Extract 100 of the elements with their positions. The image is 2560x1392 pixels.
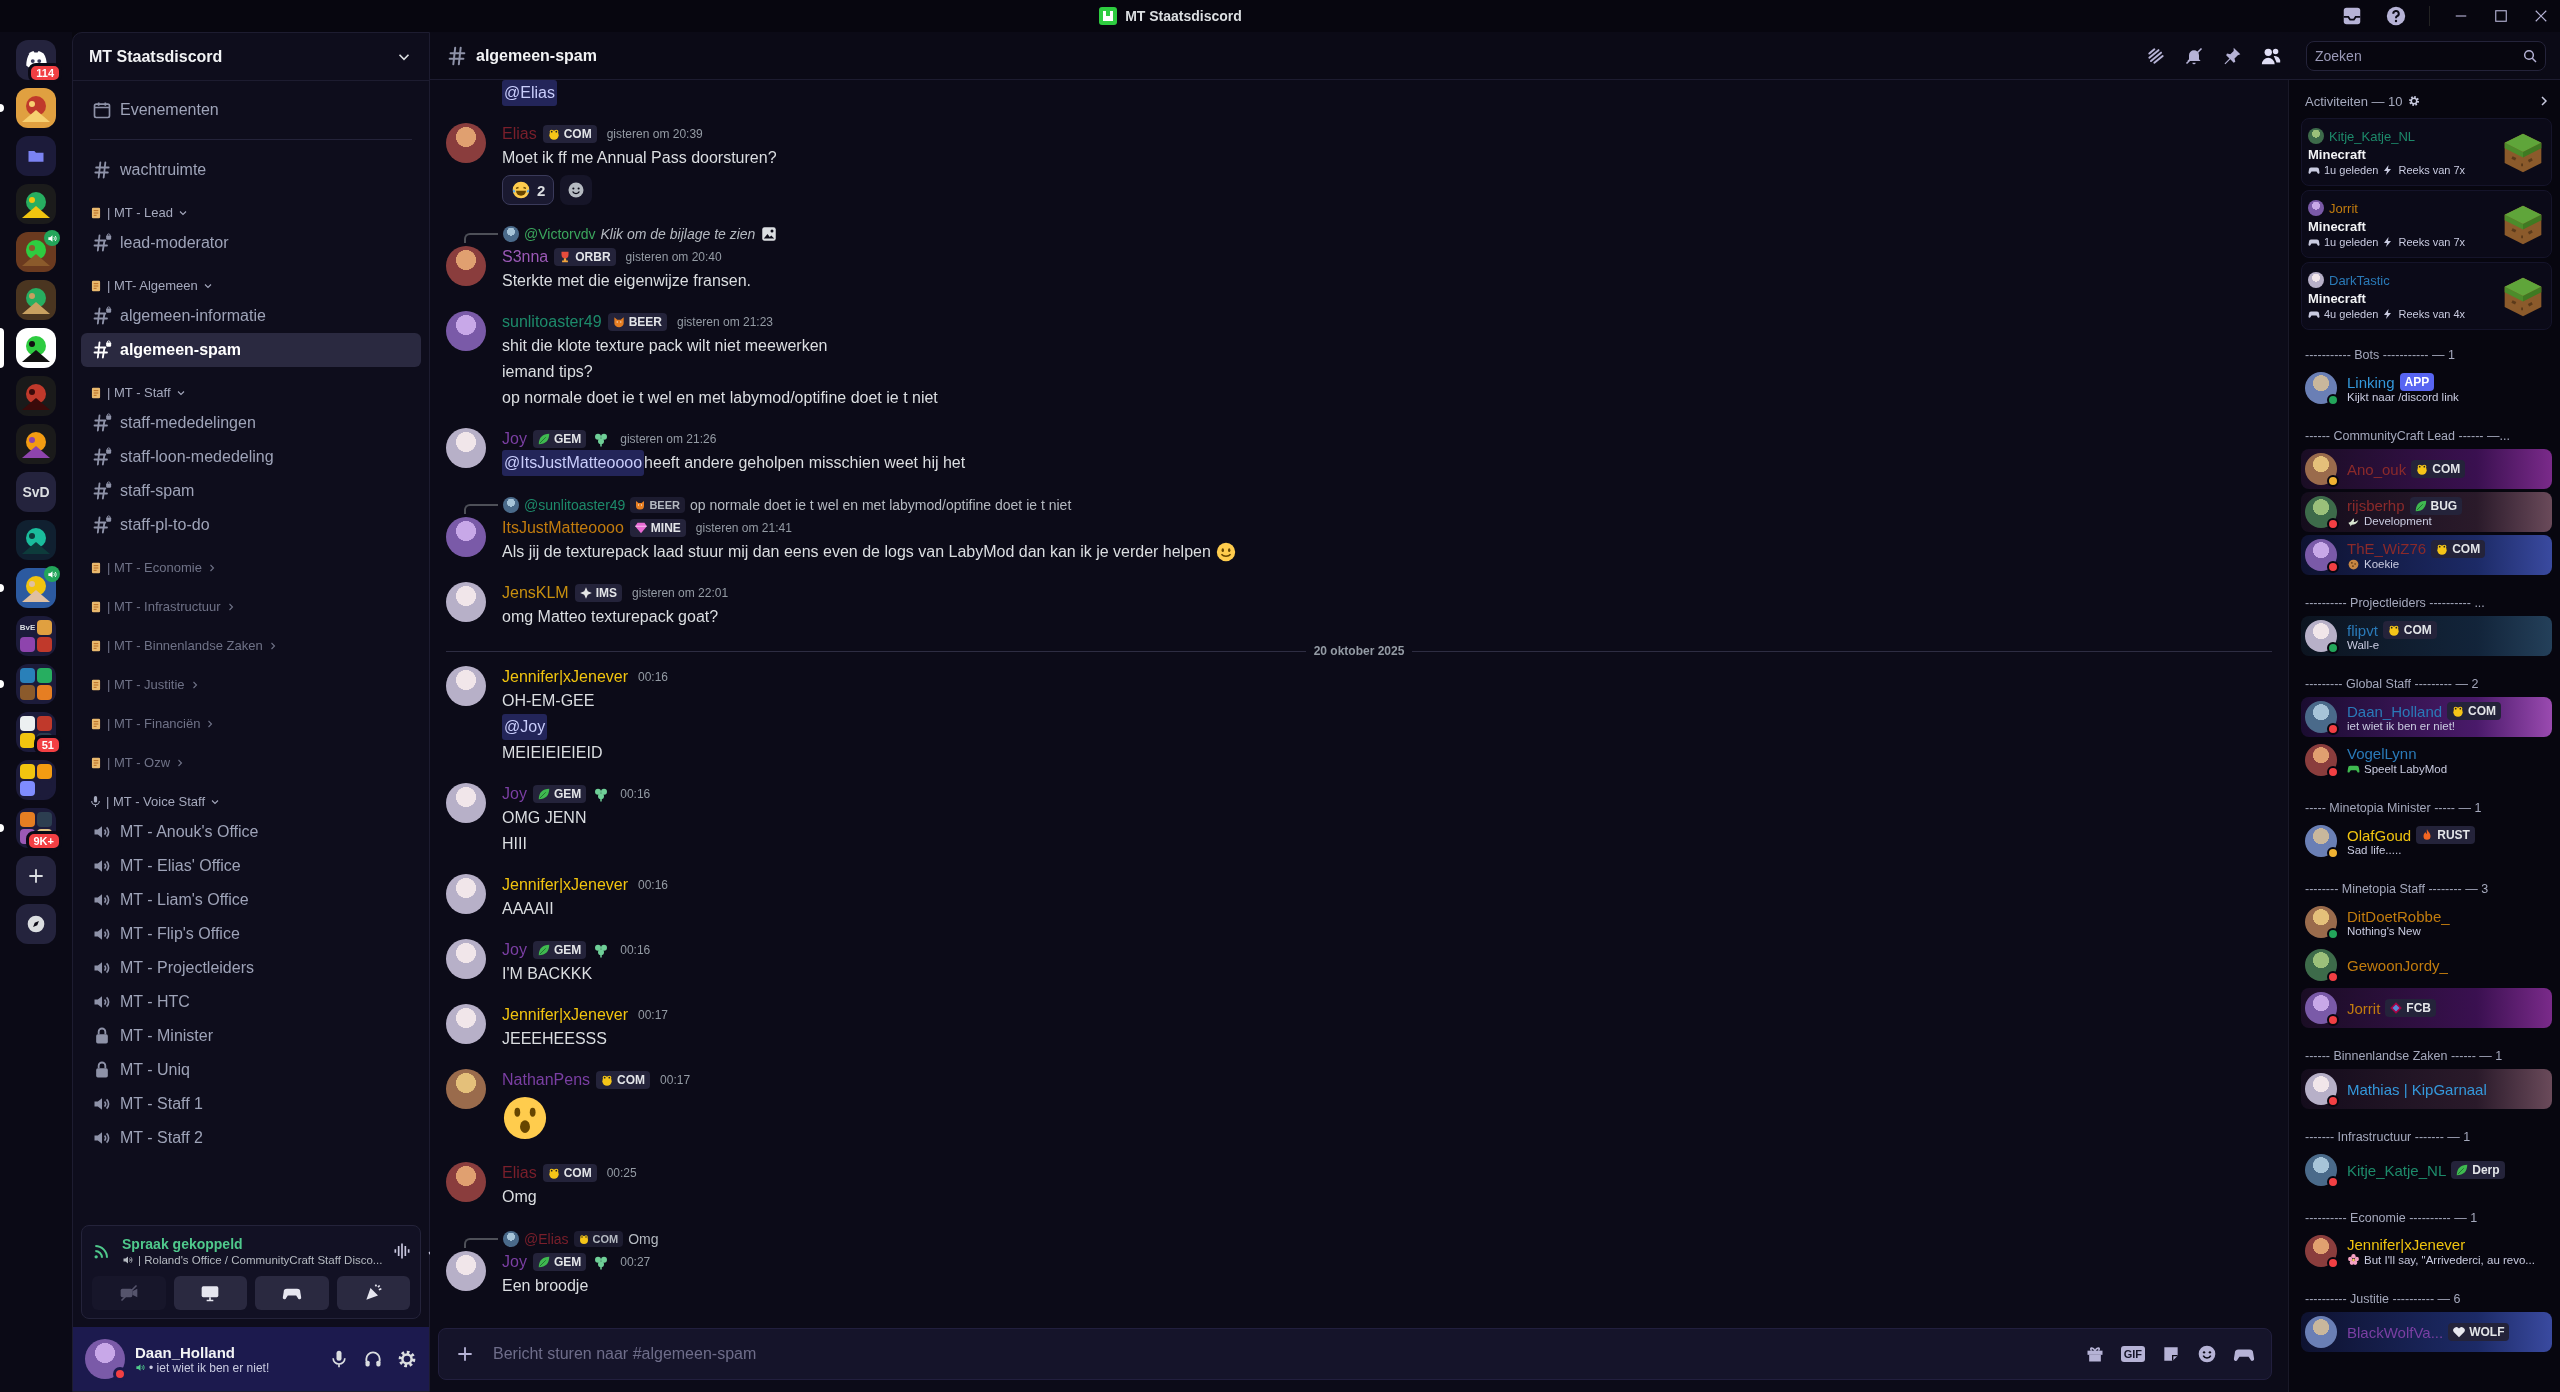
- member-banner[interactable]: flipvt COM Wall-e: [2301, 616, 2552, 656]
- microphone-icon[interactable]: [329, 1349, 349, 1369]
- settings-icon[interactable]: [397, 1349, 417, 1369]
- channel-category[interactable]: | MT - Lead: [81, 187, 421, 226]
- maximize-icon[interactable]: [2492, 7, 2510, 25]
- member-banner[interactable]: rijsberhp BUG Development: [2301, 492, 2552, 532]
- member-banner[interactable]: ThE_WiZ76 COM Koekie: [2301, 535, 2552, 575]
- author-name[interactable]: JensKLM: [502, 584, 569, 602]
- voice-channel[interactable]: MT - Staff 1: [81, 1087, 421, 1121]
- member-name[interactable]: Mathias | KipGarnaal: [2347, 1080, 2487, 1098]
- gif-button[interactable]: GIF: [2120, 1346, 2145, 1362]
- text-channel[interactable]: staff-mededelingen: [81, 406, 421, 440]
- folder-button[interactable]: [16, 136, 56, 176]
- activity-card[interactable]: Kitje_Katje_NL Minecraft 1u geleden Reeks van 7x: [2301, 118, 2552, 186]
- member-banner[interactable]: Mathias | KipGarnaal: [2301, 1069, 2552, 1109]
- member-name[interactable]: DitDoetRobbe_: [2347, 907, 2450, 925]
- author-name[interactable]: sunlitoaster49: [502, 313, 602, 331]
- server-button[interactable]: SvD: [16, 472, 56, 512]
- reply-text[interactable]: op normale doet ie t wel en met labymod/optifine doet ie t niet: [689, 497, 1072, 513]
- channel-category[interactable]: | MT - Staff: [81, 367, 421, 406]
- server-folder[interactable]: [16, 760, 56, 800]
- member-banner[interactable]: Jorrit FCB: [2301, 988, 2552, 1028]
- member-banner[interactable]: BlackWolfVa... WOLF: [2301, 1312, 2552, 1352]
- channel-category[interactable]: | MT - Ozw: [81, 737, 421, 776]
- add-server-button[interactable]: [16, 856, 56, 896]
- member-name[interactable]: Linking: [2347, 373, 2395, 391]
- server-icon[interactable]: [16, 424, 56, 464]
- text-channel[interactable]: lead-moderator: [81, 226, 421, 260]
- reply-author[interactable]: @sunlitoaster49: [524, 497, 626, 513]
- settings-icon[interactable]: [2407, 95, 2420, 107]
- voice-channel[interactable]: MT - Flip's Office: [81, 917, 421, 951]
- server-icon[interactable]: [16, 88, 56, 128]
- voice-channel[interactable]: MT - Elias' Office: [81, 849, 421, 883]
- server-icon[interactable]: [16, 568, 56, 608]
- screen-share-button[interactable]: [173, 1276, 247, 1310]
- text-channel[interactable]: wachtruimte: [81, 153, 421, 187]
- waveform-icon[interactable]: [392, 1241, 413, 1261]
- member-banner[interactable]: Daan_Holland COM iet wiet ik ben er niet!: [2301, 697, 2552, 737]
- threads-icon[interactable]: [2146, 45, 2166, 66]
- text-channel[interactable]: algemeen-informatie: [81, 299, 421, 333]
- plus-icon[interactable]: [455, 1344, 475, 1364]
- server-folder[interactable]: BvE: [16, 616, 56, 656]
- channel-category[interactable]: | MT - Infrastructuur: [81, 581, 421, 620]
- activity-card[interactable]: DarkTastic Minecraft 4u geleden Reeks van 4x: [2301, 262, 2552, 330]
- reaction[interactable]: 2: [502, 175, 555, 205]
- author-name[interactable]: S3nna: [502, 248, 549, 266]
- server-icon[interactable]: [16, 280, 56, 320]
- mention[interactable]: @Elias: [502, 80, 557, 106]
- author-name[interactable]: ItsJustMatteoooo: [502, 519, 624, 537]
- smile-icon[interactable]: [2197, 1344, 2217, 1364]
- mention[interactable]: @ItsJustMatteoooo: [502, 450, 645, 476]
- text-channel[interactable]: staff-loon-mededeling: [81, 440, 421, 474]
- member-name[interactable]: VogelLynn: [2347, 745, 2417, 762]
- add-reaction-button[interactable]: [560, 175, 593, 205]
- channel-category[interactable]: | MT- Algemeen: [81, 260, 421, 299]
- member-name[interactable]: Jennifer|xJenever: [2347, 1236, 2466, 1253]
- text-channel[interactable]: staff-pl-to-do: [81, 508, 421, 542]
- sticker-icon[interactable]: [2161, 1344, 2181, 1364]
- server-icon[interactable]: [16, 184, 56, 224]
- channel-category[interactable]: | MT - Justitie: [81, 659, 421, 698]
- voice-channel[interactable]: MT - HTC: [81, 985, 421, 1019]
- member-name[interactable]: Jorrit: [2347, 999, 2381, 1017]
- member-name[interactable]: flipvt: [2347, 621, 2378, 639]
- voice-channel[interactable]: MT - Anouk's Office: [81, 815, 421, 849]
- voice-channel[interactable]: MT - Liam's Office: [81, 883, 421, 917]
- author-name[interactable]: Jennifer|xJenever: [502, 668, 628, 686]
- author-name[interactable]: Jennifer|xJenever: [502, 876, 628, 894]
- voice-channel[interactable]: MT - Uniq: [81, 1053, 421, 1087]
- soundboard-button[interactable]: [336, 1276, 410, 1310]
- headphones-icon[interactable]: [363, 1349, 383, 1369]
- activity-card[interactable]: Jorrit Minecraft 1u geleden Reeks van 7x: [2301, 190, 2552, 258]
- mention[interactable]: @Joy: [502, 714, 548, 740]
- server-icon[interactable]: [16, 232, 56, 272]
- voice-channel[interactable]: MT - Projectleiders: [81, 951, 421, 985]
- member-banner[interactable]: Ano_ouk COM: [2301, 449, 2552, 489]
- author-name[interactable]: Jennifer|xJenever: [502, 1006, 628, 1024]
- voice-channel[interactable]: MT - Minister: [81, 1019, 421, 1053]
- member-name[interactable]: Kitje_Katje_NL: [2347, 1161, 2447, 1179]
- help-icon[interactable]: [2385, 5, 2407, 27]
- voice-channel[interactable]: MT - Staff 2: [81, 1121, 421, 1155]
- member-name[interactable]: GewoonJordy_: [2347, 956, 2448, 974]
- server-icon[interactable]: [16, 520, 56, 560]
- channel-category[interactable]: | MT - Economie: [81, 542, 421, 581]
- activity-button[interactable]: [255, 1276, 329, 1310]
- pin-icon[interactable]: [2222, 45, 2242, 66]
- server-icon[interactable]: [16, 328, 56, 368]
- search-field[interactable]: Zoeken: [2306, 40, 2546, 71]
- text-channel[interactable]: staff-spam: [81, 474, 421, 508]
- text-channel[interactable]: algemeen-spam: [81, 333, 421, 367]
- message-input[interactable]: Bericht sturen naar #algemeen-spam: [491, 1334, 2069, 1374]
- message-field[interactable]: Bericht sturen naar #algemeen-spam GIF: [438, 1328, 2272, 1380]
- server-folder[interactable]: [16, 664, 56, 704]
- reply-text[interactable]: Klik om de bijlage te zien: [600, 226, 756, 242]
- reply-author[interactable]: @Victorvdv: [524, 226, 596, 242]
- member-name[interactable]: OlafGoud: [2347, 826, 2412, 844]
- channel-category[interactable]: | MT - Financiën: [81, 698, 421, 737]
- explore-button[interactable]: [16, 904, 56, 944]
- inbox-icon[interactable]: [2341, 5, 2363, 27]
- bell-off-icon[interactable]: [2184, 45, 2204, 66]
- channel-category[interactable]: | MT - Voice Staff: [81, 776, 421, 815]
